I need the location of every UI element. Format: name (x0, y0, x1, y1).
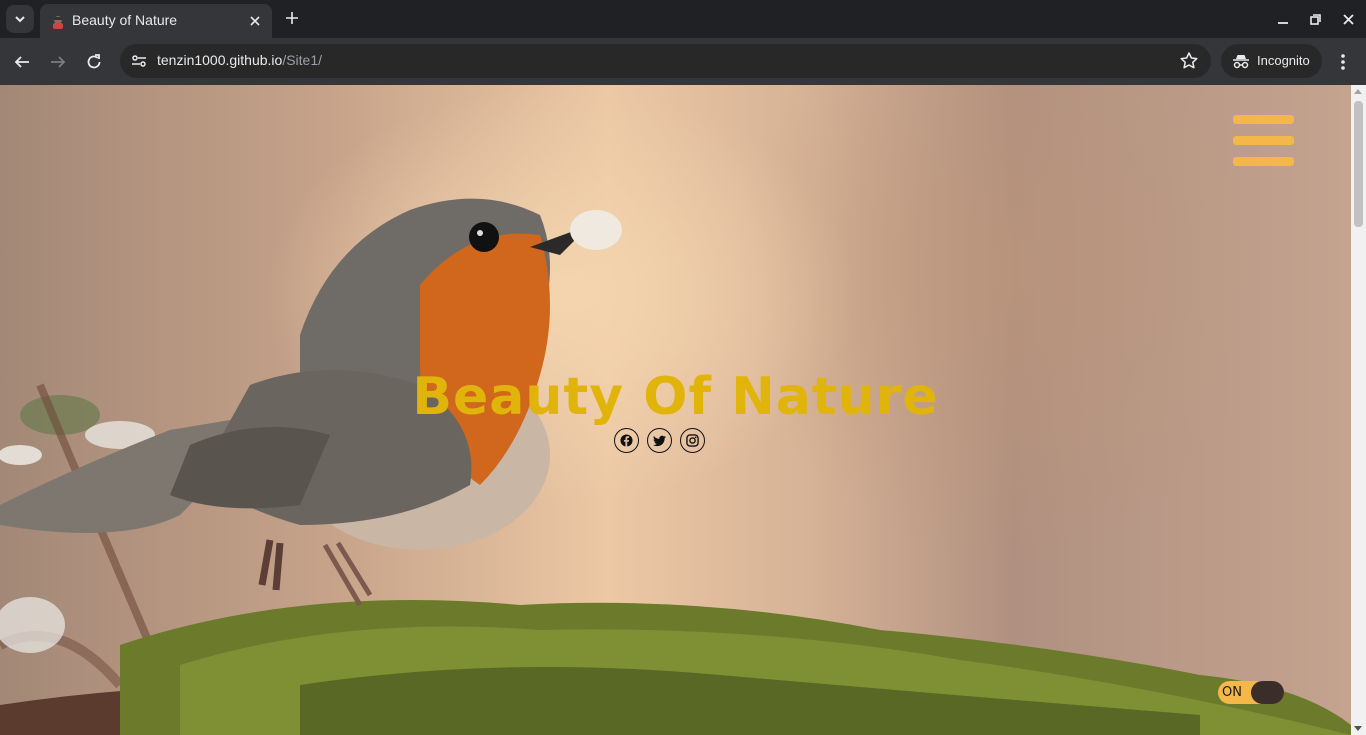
browser-tab[interactable]: Beauty of Nature (40, 4, 272, 38)
incognito-indicator[interactable]: Incognito (1221, 44, 1322, 78)
page-scrollbar[interactable] (1351, 85, 1366, 735)
tab-search-button[interactable] (6, 5, 34, 33)
more-vertical-icon (1341, 54, 1345, 70)
menu-hamburger-icon[interactable] (1233, 115, 1294, 169)
plus-icon (286, 12, 298, 24)
restore-icon (1309, 13, 1321, 25)
arrow-left-icon (14, 56, 29, 68)
bookmark-star-icon[interactable] (1179, 51, 1199, 71)
theme-toggle-switch[interactable]: ON (1218, 681, 1284, 704)
incognito-label: Incognito (1257, 53, 1310, 68)
restore-button[interactable] (1304, 9, 1326, 29)
url-host: tenzin1000.github.io (157, 52, 283, 68)
forward-button[interactable] (46, 50, 70, 74)
tab-strip: Beauty of Nature (0, 0, 1366, 38)
instagram-icon[interactable] (680, 428, 705, 453)
arrow-right-icon (51, 56, 66, 68)
close-icon (1342, 13, 1354, 25)
chevron-down-icon (15, 16, 25, 23)
minimize-icon (1278, 22, 1288, 24)
address-bar[interactable]: tenzin1000.github.io/Site1/ (120, 44, 1211, 78)
hero-title: Beauty Of Nature (412, 367, 939, 427)
window-close-button[interactable] (1337, 9, 1359, 29)
scrollbar-thumb[interactable] (1354, 101, 1363, 227)
url-text: tenzin1000.github.io/Site1/ (157, 52, 322, 68)
tab-title: Beauty of Nature (72, 12, 178, 28)
twitter-icon[interactable] (647, 428, 672, 453)
incognito-icon (1233, 55, 1249, 69)
back-button[interactable] (10, 50, 34, 74)
new-tab-button[interactable] (282, 7, 302, 29)
url-path: /Site1/ (282, 52, 323, 68)
scroll-up-arrow-icon[interactable] (1354, 89, 1362, 94)
minimize-button[interactable] (1272, 9, 1294, 29)
toggle-knob (1251, 681, 1284, 704)
toggle-label: ON (1222, 685, 1242, 700)
reload-button[interactable] (82, 50, 106, 74)
scroll-down-arrow-icon[interactable] (1354, 726, 1362, 731)
reload-icon (87, 54, 101, 69)
site-favicon-icon (53, 16, 63, 29)
page-viewport: Beauty Of Nature ON (0, 85, 1351, 735)
social-links (614, 428, 705, 453)
browser-toolbar: tenzin1000.github.io/Site1/ Incognito (0, 38, 1366, 85)
close-icon[interactable] (246, 12, 264, 30)
site-info-icon[interactable] (130, 52, 148, 70)
browser-menu-button[interactable] (1335, 50, 1351, 74)
facebook-icon[interactable] (614, 428, 639, 453)
